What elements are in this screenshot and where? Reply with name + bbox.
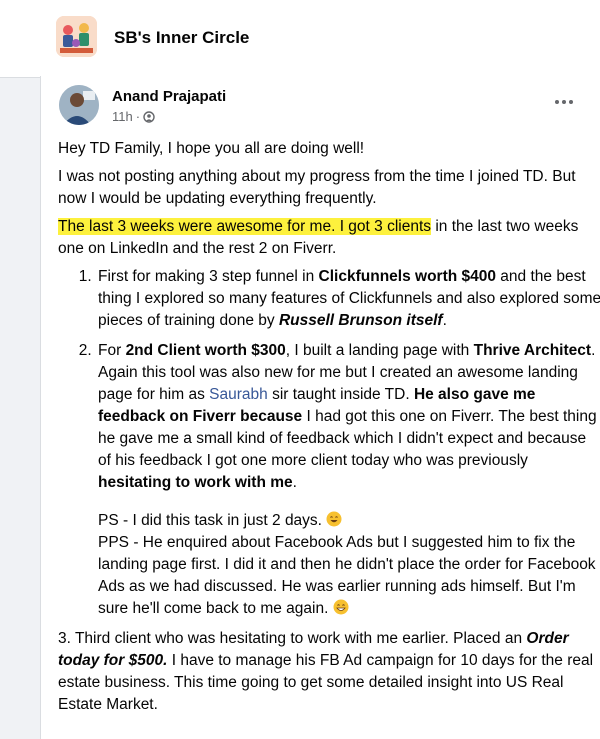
group-privacy-icon (143, 110, 155, 123)
greeting-text: Hey TD Family, I hope you all are doing … (58, 140, 365, 157)
intro-text: I was not posting anything about my prog… (58, 168, 576, 207)
list-item: First for making 3 step funnel in Clickf… (96, 266, 600, 332)
post-card: Anand Prajapati 11h · Hey TD Family, I h… (40, 76, 600, 739)
third-client-text: 3. Third client who was hesitating to wo… (58, 630, 594, 713)
group-avatar[interactable] (56, 16, 97, 57)
author-name[interactable]: Anand Prajapati (112, 88, 226, 105)
author-avatar[interactable] (59, 85, 99, 125)
highlight-paragraph: The last 3 weeks were awesome for me. I … (58, 216, 600, 260)
group-name[interactable]: SB's Inner Circle (114, 28, 249, 48)
group-header: SB's Inner Circle (0, 0, 600, 78)
post-meta: 11h · (112, 109, 155, 124)
mention-link[interactable]: Saurabh (209, 386, 268, 403)
smile-emoji-icon (326, 511, 342, 527)
list-item: For 2nd Client worth $300, I built a lan… (96, 340, 600, 620)
post-time[interactable]: 11h (112, 109, 133, 124)
highlighted-text: The last 3 weeks were awesome for me. I … (58, 218, 432, 235)
ps-text: PS - I did this task in just 2 days. (98, 510, 600, 532)
steps-list: First for making 3 step funnel in Clickf… (96, 266, 600, 620)
more-options-icon[interactable] (549, 94, 579, 110)
post-body: Hey TD Family, I hope you all are doing … (58, 138, 600, 722)
grin-emoji-icon (333, 599, 349, 615)
meta-separator: · (135, 109, 141, 124)
pps-text: PPS - He enquired about Facebook Ads but… (98, 534, 596, 617)
